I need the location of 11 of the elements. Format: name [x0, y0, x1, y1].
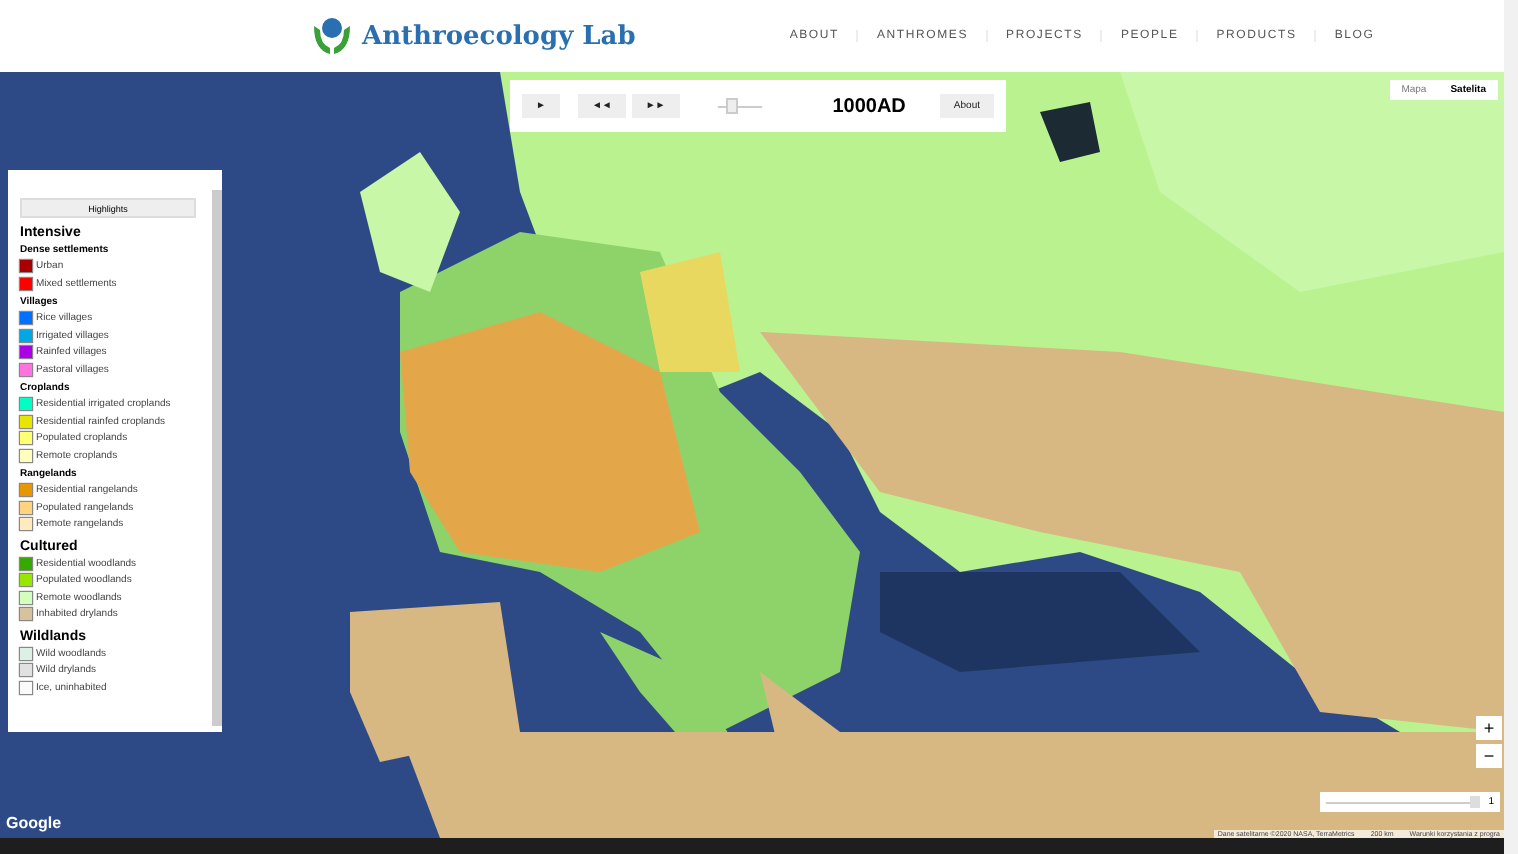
zoom-in-button[interactable]: +	[1476, 716, 1502, 740]
legend-scrollbar[interactable]	[212, 190, 222, 726]
page-scrollbar[interactable]	[1504, 0, 1518, 854]
google-logo: Google	[6, 814, 62, 832]
logo-text[interactable]: Anthroecology Lab	[362, 21, 636, 51]
slider-thumb[interactable]	[725, 97, 737, 113]
zoom-out-button[interactable]: −	[1476, 744, 1502, 768]
year-label: 1000AD	[832, 95, 906, 117]
opacity-slider[interactable]	[1326, 796, 1481, 808]
slider-thumb[interactable]	[1470, 796, 1481, 808]
hands-globe-icon	[310, 14, 354, 58]
